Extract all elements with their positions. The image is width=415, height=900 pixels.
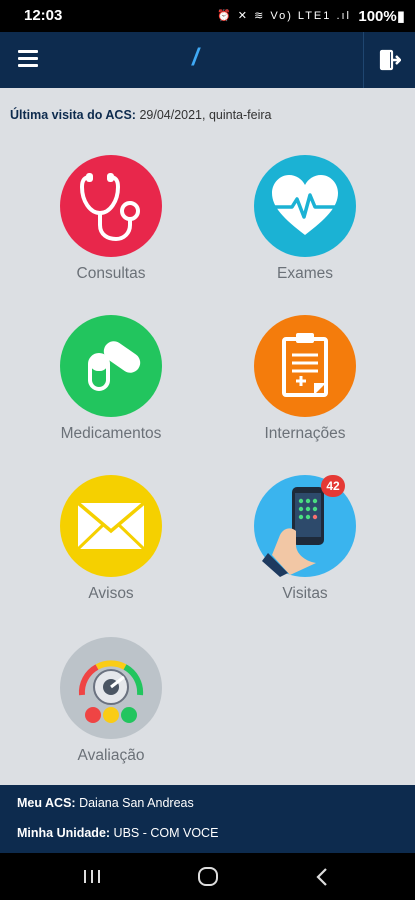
tile-medicamentos[interactable]: Medicamentos <box>35 315 185 455</box>
unit-value: UBS - COM VOCE <box>113 826 219 840</box>
acs-label: Meu ACS: <box>17 796 76 810</box>
tile-internacoes[interactable]: Internações <box>229 315 379 455</box>
app-bar: / <box>0 32 415 88</box>
acs-value: Daiana San Andreas <box>79 796 194 810</box>
tile-label: Internações <box>264 425 346 442</box>
last-visit-value: 29/04/2021, quinta-feira <box>139 108 272 122</box>
tile-avaliacao[interactable]: Avaliação <box>35 637 185 777</box>
tile-label: Avisos <box>88 585 134 602</box>
hamburger-menu-icon <box>18 50 40 67</box>
status-bar: 12:03 ⏰ ✕ ≋ Vo) LTE1 .ıl 100%▮ <box>0 0 415 32</box>
clipboard-icon <box>282 333 328 397</box>
last-visit-label: Última visita do ACS: <box>10 108 136 122</box>
tile-label: Visitas <box>282 585 328 602</box>
back-button[interactable] <box>292 853 352 900</box>
avisos-circle <box>60 475 162 577</box>
unit-row: Minha Unidade: UBS - COM VOCE <box>17 826 218 840</box>
stethoscope-icon <box>79 173 140 242</box>
battery-indicator: 100%▮ <box>358 8 405 25</box>
tile-label: Medicamentos <box>60 425 162 442</box>
tile-visitas[interactable]: 42 Visitas <box>229 475 379 615</box>
consultas-circle <box>60 155 162 257</box>
envelope-icon <box>76 501 146 551</box>
heartbeat-icon <box>272 175 338 235</box>
logout-icon <box>379 49 401 71</box>
home-icon <box>198 867 218 886</box>
logout-button[interactable] <box>363 32 415 88</box>
visits-count-badge: 42 <box>321 475 345 497</box>
gauge-icon <box>78 660 144 723</box>
status-icons: ⏰ ✕ ≋ Vo) LTE1 .ıl <box>217 10 351 22</box>
status-time: 12:03 <box>24 7 63 24</box>
tile-consultas[interactable]: Consultas <box>35 155 185 295</box>
tile-exames[interactable]: Exames <box>229 155 379 295</box>
footer-info: Meu ACS: Daiana San Andreas Minha Unidad… <box>0 785 415 853</box>
tile-label: Exames <box>277 265 333 282</box>
tile-label: Avaliação <box>77 747 145 764</box>
tile-avisos[interactable]: Avisos <box>35 475 185 615</box>
pills-icon <box>88 341 141 391</box>
home-button[interactable] <box>178 853 238 900</box>
recents-icon <box>84 870 100 883</box>
last-visit-info: Última visita do ACS: 29/04/2021, quinta… <box>10 108 271 122</box>
unit-label: Minha Unidade: <box>17 826 111 840</box>
app-title: / <box>192 44 199 71</box>
internacoes-circle <box>254 315 356 417</box>
acs-row: Meu ACS: Daiana San Andreas <box>17 796 194 810</box>
medicamentos-circle <box>60 315 162 417</box>
menu-button[interactable] <box>18 50 40 70</box>
back-icon <box>316 868 327 886</box>
exames-circle <box>254 155 356 257</box>
tile-label: Consultas <box>76 265 146 282</box>
recents-button[interactable] <box>62 853 122 900</box>
avaliacao-circle <box>60 637 162 739</box>
system-nav-bar <box>0 853 415 900</box>
